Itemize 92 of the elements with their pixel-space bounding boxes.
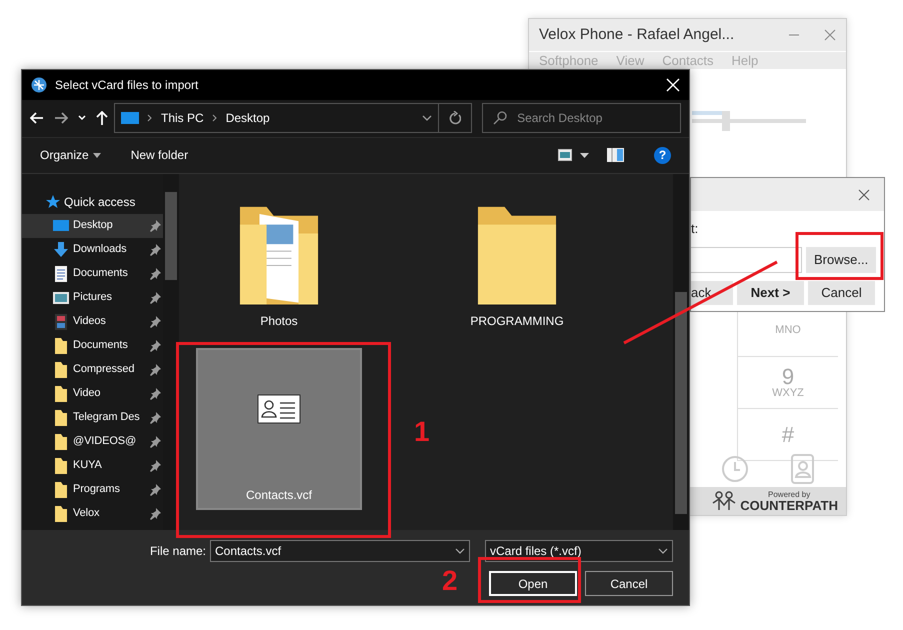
field-label: t: [691,220,698,238]
nav-item[interactable]: Desktop [22,214,163,238]
monitor-icon [53,218,69,234]
nav-item[interactable]: Downloads [22,238,163,262]
folder-icon [53,434,69,450]
dialog-button[interactable]: Next > [737,281,804,304]
nav-item[interactable]: Velox [22,502,163,526]
scrollbar-thumb[interactable] [165,192,177,280]
nav-item[interactable]: KUYA [22,454,163,478]
path-field[interactable] [691,247,802,273]
view-picture-icon[interactable] [558,149,572,162]
up-arrow-icon[interactable] [96,111,108,126]
nav-item[interactable]: Programs [22,478,163,502]
chevron-icon [147,114,153,122]
pin-icon [150,220,161,232]
document-icon [53,266,69,282]
forward-arrow-icon[interactable] [54,112,68,124]
pin-icon [150,340,161,352]
download-arrow-icon [53,242,69,258]
breadcrumb-item[interactable]: This PC [161,109,204,128]
scrollbar-thumb[interactable] [675,292,687,514]
folder-icon [53,386,69,402]
pin-icon [150,388,161,400]
file-name-field[interactable]: Contacts.vcf [210,540,470,562]
step-number: 1 [414,418,430,446]
dialog-button[interactable]: Browse... [806,247,876,273]
monitor-icon [121,111,139,126]
refresh-icon [448,111,461,126]
pin-icon [150,508,161,520]
search-field[interactable]: Search Desktop [482,103,681,134]
nav-item[interactable]: Video [22,382,163,406]
search-icon [493,111,508,126]
caret-icon [92,152,101,158]
folder-icon [53,482,69,498]
film-icon [53,314,69,330]
nav-item[interactable]: Documents [22,262,163,286]
nav-header[interactable]: Quick access [64,192,136,211]
folder-icon [53,506,69,522]
step-number: 2 [442,567,458,595]
pin-icon [150,292,161,304]
star-icon [46,194,60,209]
refresh-button[interactable] [438,103,472,134]
pin-icon [150,484,161,496]
pin-icon [150,364,161,376]
nav-item[interactable]: Telegram Des [22,406,163,430]
key-letters: MNO [775,324,801,336]
file-item[interactable]: PROGRAMMING [434,184,600,334]
dialog-button[interactable]: Cancel [585,571,673,596]
back-arrow-icon[interactable] [30,112,44,124]
window-title: Velox Phone - Rafael Angel... [539,24,734,45]
pin-icon [150,316,161,328]
picture-icon [53,290,69,306]
caret-icon[interactable] [580,152,589,158]
toolbar-button[interactable]: New folder [130,146,188,164]
pin-icon [150,460,161,472]
pin-icon [150,412,161,424]
preview-pane-icon[interactable] [607,148,624,162]
app-logo-icon [31,76,47,93]
dropdown-icon [455,548,465,554]
address-bar[interactable]: This PC Desktop [114,103,439,134]
nav-item[interactable]: Pictures [22,286,163,310]
window-title: Select vCard files to import [55,76,200,94]
folder-icon [53,410,69,426]
nav-item[interactable]: Documents [22,334,163,358]
contact-card-icon [257,394,301,424]
pin-icon [150,436,161,448]
nav-item[interactable]: Compressed [22,358,163,382]
nav-item[interactable]: @VIDEOS@ [22,430,163,454]
people-logo-icon [712,491,736,511]
file-item[interactable]: Contacts.vcf [196,348,362,510]
recent-dropdown-icon[interactable] [78,115,86,122]
help-button[interactable]: ? [654,146,671,164]
brand-name: COUNTERPATH [740,498,838,512]
chevron-icon [212,114,218,122]
file-type-dropdown[interactable]: vCard files (*.vcf) [485,540,673,562]
field-label: File name: [150,543,206,560]
close-icon[interactable] [858,188,870,200]
key-letters: WXYZ [772,388,804,400]
folder-icon [53,338,69,354]
pin-icon [150,268,161,280]
folder-icon [53,458,69,474]
dropdown-icon[interactable] [422,115,432,122]
pin-icon [150,244,161,256]
dialog-button[interactable]: Open [489,571,577,596]
toolbar-button[interactable]: Organize [40,146,101,164]
nav-item[interactable]: Videos [22,310,163,334]
breadcrumb-item[interactable]: Desktop [226,109,270,128]
file-item[interactable]: Photos [196,184,362,334]
dropdown-icon [658,548,668,554]
folder-icon [53,362,69,378]
tagline: Powered by [768,490,810,498]
dialog-button[interactable]: Cancel [808,281,875,304]
